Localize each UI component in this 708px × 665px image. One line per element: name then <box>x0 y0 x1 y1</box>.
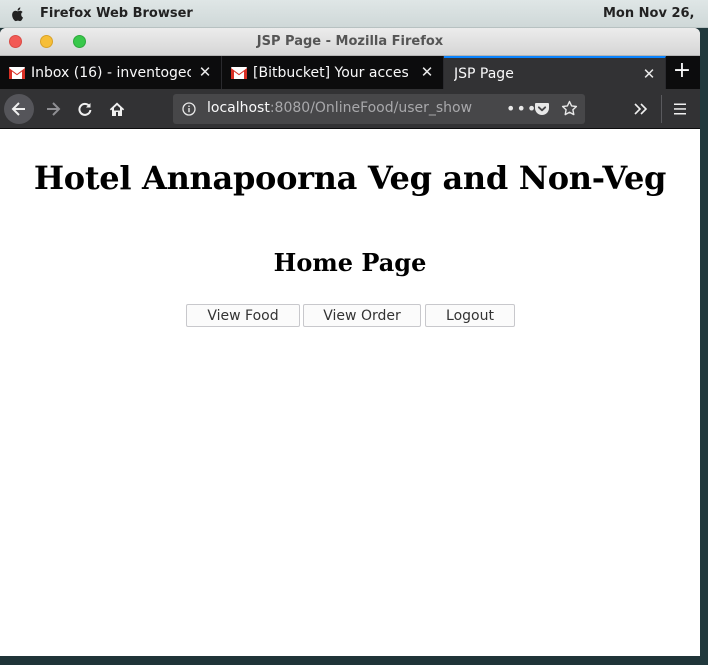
apple-logo-icon[interactable] <box>10 6 26 22</box>
site-info-icon[interactable] <box>182 102 196 116</box>
view-order-button[interactable]: View Order <box>303 304 421 327</box>
close-tab-icon[interactable]: ✕ <box>641 66 657 82</box>
home-icon <box>109 102 125 116</box>
system-menubar: Firefox Web Browser Mon Nov 26, <box>0 0 708 28</box>
gmail-icon <box>9 66 25 79</box>
close-tab-icon[interactable]: ✕ <box>419 64 435 80</box>
logout-button[interactable]: Logout <box>425 304 515 327</box>
desktop-background <box>700 28 708 665</box>
page-actions-icon[interactable]: ••• <box>506 99 537 118</box>
gmail-icon <box>231 66 247 79</box>
window-titlebar[interactable]: JSP Page - Mozilla Firefox <box>0 28 700 56</box>
firefox-window: JSP Page - Mozilla Firefox Inbox (16) - … <box>0 28 700 656</box>
tab-inbox[interactable]: Inbox (16) - inventogec@ ✕ <box>0 56 222 89</box>
new-tab-button[interactable]: + <box>670 60 694 84</box>
menubar-clock[interactable]: Mon Nov 26, <box>603 6 695 21</box>
reload-button[interactable] <box>70 94 100 124</box>
url-host: localhost <box>207 100 270 116</box>
hamburger-menu-icon[interactable] <box>672 101 688 117</box>
tab-bitbucket[interactable]: [Bitbucket] Your access t ✕ <box>222 56 444 89</box>
tab-strip: Inbox (16) - inventogec@ ✕ [Bitbucket] Y… <box>0 56 700 89</box>
tab-label: JSP Page <box>454 65 514 82</box>
home-button[interactable] <box>102 94 132 124</box>
tab-jsp-page[interactable]: JSP Page ✕ <box>444 56 666 89</box>
tab-label: [Bitbucket] Your access t <box>253 64 408 81</box>
back-button[interactable] <box>4 94 34 124</box>
page-content: Hotel Annapoorna Veg and Non-Veg Home Pa… <box>0 129 700 656</box>
active-app-name[interactable]: Firefox Web Browser <box>40 6 193 21</box>
close-tab-icon[interactable]: ✕ <box>197 64 213 80</box>
view-food-button[interactable]: View Food <box>186 304 300 327</box>
tab-label: Inbox (16) - inventogec@ <box>31 64 191 81</box>
back-arrow-icon <box>11 102 25 116</box>
url-text[interactable]: localhost:8080/OnlineFood/user_show <box>207 100 479 116</box>
navigation-toolbar: localhost:8080/OnlineFood/user_show ••• <box>0 89 700 129</box>
overflow-chevron-icon[interactable] <box>632 100 650 118</box>
hotel-title: Hotel Annapoorna Veg and Non-Veg <box>33 159 667 197</box>
home-actions: View Food View Order Logout <box>0 304 700 328</box>
address-bar[interactable]: localhost:8080/OnlineFood/user_show ••• <box>173 94 585 124</box>
bookmark-star-icon[interactable] <box>561 100 578 117</box>
reload-icon <box>78 102 92 116</box>
toolbar-divider <box>661 95 662 123</box>
window-title: JSP Page - Mozilla Firefox <box>256 34 444 49</box>
pocket-icon[interactable] <box>534 101 550 117</box>
forward-arrow-icon <box>47 102 61 116</box>
url-path: :8080/OnlineFood/user_show <box>269 100 473 116</box>
forward-button[interactable] <box>38 94 68 124</box>
page-heading: Home Page <box>273 248 427 277</box>
